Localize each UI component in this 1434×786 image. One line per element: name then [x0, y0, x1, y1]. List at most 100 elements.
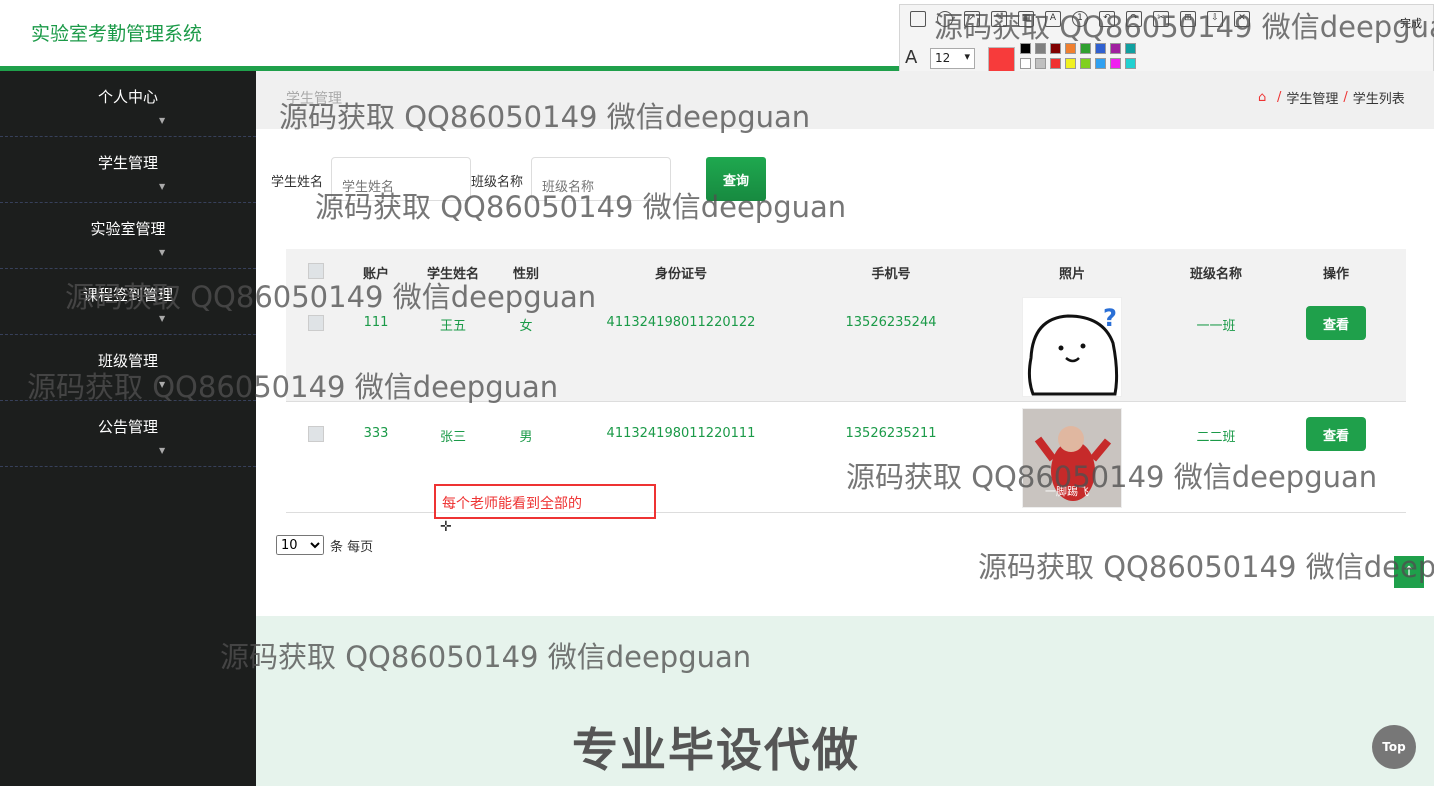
save-icon[interactable]: ⇩ — [1207, 11, 1223, 27]
scroll-up-button[interactable]: ↑ — [1394, 556, 1424, 588]
main-header: 学生管理 ⌂ / 学生管理 / 学生列表 — [256, 71, 1434, 129]
page: 实验室考勤管理系统 ↗ ✎ ▦ A 1 ↶ ↷ ✂ ⊞ ⇩ ✕ 完成 A 12 … — [0, 0, 1434, 786]
account-cell: 111 — [363, 315, 389, 330]
color-swatch[interactable] — [1110, 43, 1121, 54]
pen-tool-icon[interactable]: ✎ — [991, 11, 1007, 27]
arrow-tool-icon[interactable]: ↗ — [964, 11, 980, 27]
rectangle-tool-icon[interactable] — [910, 11, 926, 27]
gender-cell: 男 — [519, 430, 533, 445]
number-tool-icon[interactable]: 1 — [1072, 11, 1088, 27]
text-tool-icon[interactable]: A — [1045, 11, 1061, 27]
color-swatch[interactable] — [1050, 58, 1061, 69]
student-photo: ? — [1022, 297, 1122, 397]
column-header: 身份证号 — [654, 267, 707, 282]
photo-caption: 一脚踢飞 — [1045, 484, 1089, 498]
ellipse-tool-icon[interactable] — [937, 11, 953, 27]
phone-cell: 13526235244 — [845, 315, 937, 330]
view-button[interactable]: 查看 — [1306, 417, 1366, 451]
sidebar-item-label: 实验室管理 — [90, 220, 166, 238]
column-header: 账户 — [362, 267, 389, 282]
name-cell: 张三 — [439, 430, 466, 445]
color-swatch[interactable] — [1065, 58, 1076, 69]
sidebar-item-label: 个人中心 — [97, 88, 158, 106]
color-swatch[interactable] — [1035, 43, 1046, 54]
id-number-cell: 411324198011220122 — [606, 315, 756, 330]
back-to-top-button[interactable]: Top — [1372, 725, 1416, 769]
column-header: 手机号 — [871, 267, 911, 282]
font-icon: A — [905, 47, 918, 68]
sidebar-item-checkin[interactable]: 课程签到管理 ▼ — [0, 269, 256, 335]
class-cell: 一一班 — [1196, 319, 1236, 334]
blob-face-image: ? — [1027, 304, 1119, 396]
chevron-down-icon: ▼ — [159, 446, 166, 455]
annotation-textbox[interactable]: 每个老师能看到全部的 — [434, 484, 656, 519]
crosshair-cursor-icon: ✛ — [440, 519, 452, 535]
phone-cell: 13526235211 — [845, 426, 937, 441]
sidebar-item-classes[interactable]: 班级管理 ▼ — [0, 335, 256, 401]
sidebar-item-profile[interactable]: 个人中心 ▼ — [0, 71, 256, 137]
color-swatch[interactable] — [1080, 58, 1091, 69]
color-swatch[interactable] — [1050, 43, 1061, 54]
id-number-cell: 411324198011220111 — [606, 426, 756, 441]
scissors-icon[interactable]: ✂ — [1153, 11, 1169, 27]
color-palette — [1020, 43, 1136, 69]
column-header: 学生姓名 — [426, 267, 479, 282]
color-swatch[interactable] — [1020, 43, 1031, 54]
row-checkbox[interactable] — [308, 315, 324, 331]
student-name-input[interactable] — [331, 157, 471, 201]
sidebar-item-students[interactable]: 学生管理 ▼ — [0, 137, 256, 203]
class-name-label: 班级名称 — [471, 175, 524, 190]
undo-icon[interactable]: ↶ — [1099, 11, 1115, 27]
color-swatch[interactable] — [1080, 43, 1091, 54]
color-swatch[interactable] — [1125, 43, 1136, 54]
student-name-label: 学生姓名 — [271, 175, 324, 190]
snip-done-button[interactable]: 完成 — [1400, 15, 1422, 31]
breadcrumb: ⌂ / 学生管理 / 学生列表 — [1258, 88, 1405, 107]
student-photo: 一脚踢飞 — [1022, 408, 1122, 508]
breadcrumb-separator: / — [1277, 90, 1282, 105]
account-cell: 333 — [363, 426, 389, 441]
class-cell: 二二班 — [1196, 430, 1236, 445]
name-cell: 王五 — [439, 319, 466, 334]
color-swatch[interactable] — [1125, 58, 1136, 69]
page-title: 学生管理 — [286, 91, 342, 107]
color-swatch[interactable] — [1020, 58, 1031, 69]
breadcrumb-item[interactable]: 学生管理 — [1286, 88, 1338, 107]
redo-icon[interactable]: ↷ — [1126, 11, 1142, 27]
page-size-select[interactable]: 10 — [276, 535, 324, 555]
sidebar: 个人中心 ▼ 学生管理 ▼ 实验室管理 ▼ 课程签到管理 ▼ 班级管理 ▼ 公告管理 ▼ — [0, 71, 256, 786]
sidebar-item-labs[interactable]: 实验室管理 ▼ — [0, 203, 256, 269]
color-swatch[interactable] — [1035, 58, 1046, 69]
column-header: 操作 — [1322, 267, 1349, 282]
breadcrumb-separator: / — [1343, 90, 1348, 105]
footer-banner-text: 专业毕设代做 — [572, 723, 860, 777]
search-button[interactable]: 查询 — [706, 157, 766, 201]
snip-tool-icons: ↗ ✎ ▦ A 1 ↶ ↷ ✂ ⊞ ⇩ ✕ — [910, 11, 1250, 27]
pagination: 10 条 每页 — [276, 535, 373, 555]
view-button[interactable]: 查看 — [1306, 306, 1366, 340]
content-area: 学生姓名 班级名称 查询 账户 学生姓名 性别 身份证号 手机号 照片 班级名称… — [256, 129, 1434, 616]
column-header: 照片 — [1058, 267, 1085, 282]
sidebar-item-label: 学生管理 — [97, 154, 158, 172]
color-swatch[interactable] — [1065, 43, 1076, 54]
svg-text:?: ? — [1103, 304, 1117, 332]
table-row: 111 王五 女 411324198011220122 13526235244 … — [286, 291, 1406, 402]
font-size-select[interactable]: 12 — [930, 48, 975, 69]
pin-icon[interactable]: ⊞ — [1180, 11, 1196, 27]
cancel-icon[interactable]: ✕ — [1234, 11, 1250, 27]
current-color-swatch[interactable] — [988, 47, 1015, 72]
column-header: 性别 — [512, 267, 539, 282]
sidebar-item-notices[interactable]: 公告管理 ▼ — [0, 401, 256, 467]
color-swatch[interactable] — [1110, 58, 1121, 69]
row-checkbox[interactable] — [308, 426, 324, 442]
gender-cell: 女 — [519, 319, 533, 334]
class-name-input[interactable] — [531, 157, 671, 201]
color-swatch[interactable] — [1095, 43, 1106, 54]
page-size-suffix: 条 每页 — [330, 539, 374, 555]
select-all-checkbox[interactable] — [308, 263, 324, 279]
snip-toolbar: ↗ ✎ ▦ A 1 ↶ ↷ ✂ ⊞ ⇩ ✕ 完成 A 12 — [899, 4, 1434, 72]
color-swatch[interactable] — [1095, 58, 1106, 69]
home-icon[interactable]: ⌂ — [1258, 90, 1272, 105]
mosaic-tool-icon[interactable]: ▦ — [1018, 11, 1034, 27]
sidebar-item-label: 班级管理 — [97, 352, 158, 370]
